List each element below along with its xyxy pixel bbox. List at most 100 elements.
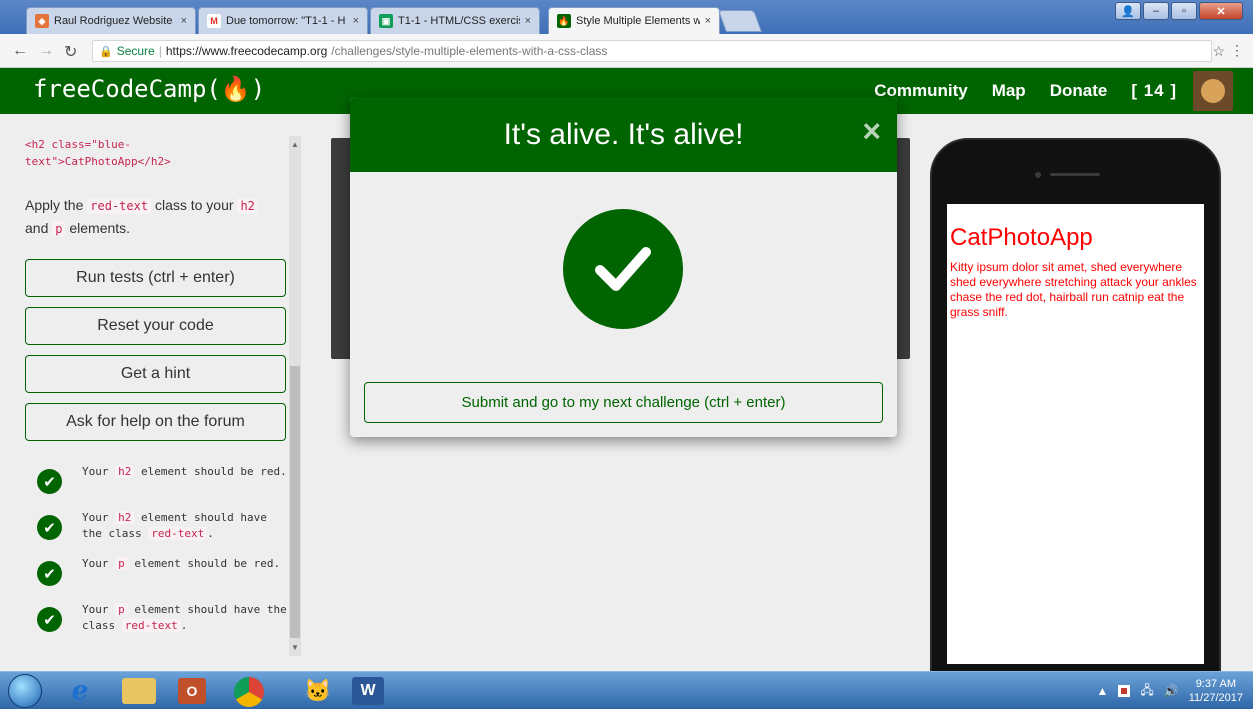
test-item: ✔ Your p element should have the class r…	[37, 602, 287, 646]
ask-forum-button[interactable]: Ask for help on the forum	[25, 403, 286, 441]
tab-title: Style Multiple Elements w	[576, 15, 700, 27]
test-text: Your	[82, 557, 116, 570]
bookmark-star-icon[interactable]: ☆	[1212, 43, 1225, 60]
new-tab-button[interactable]	[717, 10, 763, 32]
checkmark-icon: ✔	[37, 561, 62, 586]
scroll-down-arrow-icon[interactable]: ▼	[289, 643, 301, 652]
tab-html-css-exercise[interactable]: ▣ T1-1 - HTML/CSS exercis ×	[370, 7, 540, 34]
test-text: Your	[82, 511, 116, 524]
minimize-button[interactable]: –	[1143, 2, 1169, 20]
clock-date: 11/27/2017	[1188, 692, 1243, 704]
run-tests-button[interactable]: Run tests (ctrl + enter)	[25, 259, 286, 297]
phone-preview: CatPhotoApp Kitty ipsum dolor sit amet, …	[930, 138, 1221, 678]
test-text: .	[180, 619, 188, 632]
show-hidden-icons-icon[interactable]: ▲	[1097, 684, 1109, 698]
reload-icon[interactable]: ↻	[64, 42, 77, 62]
network-icon[interactable]: 🖧	[1140, 681, 1153, 702]
inline-code: h2	[115, 465, 135, 478]
inline-code: red-text	[121, 619, 181, 632]
url-separator: |	[158, 44, 162, 58]
maximize-button[interactable]: ▫	[1171, 2, 1197, 20]
checkmark-icon: ✔	[37, 515, 62, 540]
instruction-text: class to your	[151, 197, 238, 213]
lock-icon: 🔒	[99, 45, 113, 58]
phone-camera	[1035, 172, 1041, 178]
preview-screen: CatPhotoApp Kitty ipsum dolor sit amet, …	[947, 204, 1204, 664]
user-icon[interactable]: 👤	[1115, 2, 1141, 20]
volume-icon[interactable]: 🔊	[1164, 684, 1179, 698]
fcc-logo[interactable]: freeCodeCamp(🔥)	[33, 75, 265, 103]
forward-arrow-icon[interactable]: →	[38, 42, 54, 60]
scroll-thumb[interactable]	[290, 366, 300, 638]
tab-title: Raul Rodriguez Website	[54, 15, 173, 27]
word-icon[interactable]: W	[352, 677, 384, 705]
url-host: https://www.freecodecamp.org	[165, 44, 328, 58]
close-icon[interactable]: ×	[862, 115, 881, 147]
submit-next-challenge-button[interactable]: Submit and go to my next challenge (ctrl…	[364, 382, 883, 423]
modal-header: It's alive. It's alive! ×	[350, 97, 897, 172]
test-text: Your	[82, 465, 116, 478]
checkmark-icon: ✔	[37, 469, 62, 494]
address-bar: ← → ↻ 🔒 Secure | https://www.freecodecam…	[0, 34, 1253, 68]
action-center-flag-icon[interactable]	[1118, 685, 1131, 697]
window-controls: 👤 – ▫ ✕	[1115, 2, 1243, 20]
tab-due-tomorrow[interactable]: M Due tomorrow: "T1-1 - H ×	[198, 7, 368, 34]
fcc-icon: 🔥	[557, 14, 571, 28]
test-text: element should be red.	[127, 557, 281, 570]
nav-donate-link[interactable]: Donate	[1050, 81, 1108, 101]
tab-style-multiple-elements[interactable]: 🔥 Style Multiple Elements w ×	[548, 7, 720, 34]
gmail-icon: M	[207, 14, 221, 28]
inline-code: p	[115, 557, 128, 570]
reset-code-button[interactable]: Reset your code	[25, 307, 286, 345]
avatar[interactable]	[1193, 71, 1233, 111]
test-item: ✔ Your p element should be red.	[37, 556, 287, 600]
instruction-text: elements.	[65, 220, 131, 236]
success-check-icon	[563, 209, 683, 329]
preview-heading: CatPhotoApp	[950, 224, 1093, 251]
phone-speaker	[1050, 173, 1100, 176]
secure-label: Secure	[116, 44, 155, 58]
scratch-cat-icon[interactable]: 🐱	[296, 675, 340, 707]
windows-taskbar: e O 🐱 W ▲ 🖧 🔊 9:37 AM 11/27/2017	[0, 671, 1253, 709]
back-arrow-icon[interactable]: ←	[12, 42, 28, 60]
checkmark-glyph	[595, 247, 651, 291]
get-hint-button[interactable]: Get a hint	[25, 355, 286, 393]
test-text: element should be red.	[134, 465, 287, 478]
instruction-text: Apply the	[25, 197, 88, 213]
points-counter[interactable]: [ 14 ]	[1131, 81, 1177, 101]
close-tab-icon[interactable]: ×	[705, 15, 711, 27]
close-tab-icon[interactable]: ×	[353, 15, 359, 27]
codepen-icon: ◈	[35, 14, 49, 28]
clock-time: 9:37 AM	[1195, 678, 1237, 690]
challenge-instruction: Apply the red-text class to your h2 and …	[25, 194, 280, 240]
sidebar-scrollbar[interactable]: ▲ ▼	[289, 136, 301, 656]
inline-code: h2	[237, 198, 258, 214]
preview-paragraph: Kitty ipsum dolor sit amet, shed everywh…	[950, 260, 1197, 319]
scroll-up-arrow-icon[interactable]: ▲	[289, 140, 301, 149]
url-field[interactable]: 🔒 Secure | https://www.freecodecamp.org /…	[92, 40, 1212, 62]
kebab-menu-icon[interactable]: ⋮	[1230, 42, 1244, 59]
test-text: .	[207, 527, 214, 540]
office-icon[interactable]: O	[178, 678, 206, 704]
close-tab-icon[interactable]: ×	[525, 15, 531, 27]
tab-title: Due tomorrow: "T1-1 - H	[226, 15, 346, 27]
success-modal: It's alive. It's alive! × Submit and go …	[350, 97, 897, 437]
classroom-icon: ▣	[379, 14, 393, 28]
close-tab-icon[interactable]: ×	[181, 15, 187, 27]
browser-tab-strip: ◈ Raul Rodriguez Website × M Due tomorro…	[0, 0, 1253, 34]
window-close-button[interactable]: ✕	[1199, 2, 1243, 20]
modal-title: It's alive. It's alive!	[503, 117, 744, 151]
url-path: /challenges/style-multiple-elements-with…	[331, 44, 608, 58]
start-button[interactable]	[8, 674, 42, 708]
taskbar-clock[interactable]: 9:37 AM 11/27/2017	[1189, 677, 1243, 705]
file-explorer-icon[interactable]	[122, 678, 156, 704]
avatar-face	[1201, 79, 1225, 103]
inline-code: h2	[115, 511, 135, 524]
nav-map-link[interactable]: Map	[992, 81, 1026, 101]
chrome-icon[interactable]	[234, 677, 264, 707]
internet-explorer-icon[interactable]: e	[58, 675, 102, 707]
test-text: Your	[82, 603, 116, 616]
tab-raul-website[interactable]: ◈ Raul Rodriguez Website ×	[26, 7, 196, 34]
code-snippet: <h2 class="blue-text">CatPhotoApp</h2>	[25, 138, 171, 168]
tab-title: T1-1 - HTML/CSS exercis	[398, 15, 520, 27]
